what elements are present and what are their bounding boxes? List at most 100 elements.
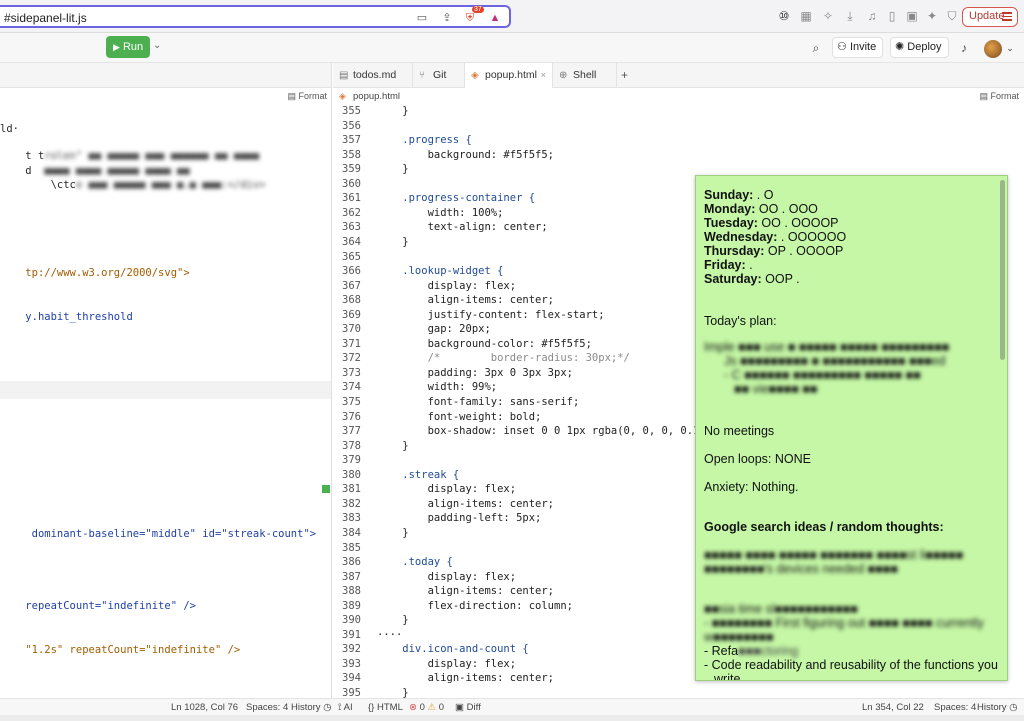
tab-popup-html[interactable]: ◈ popup.html × bbox=[465, 63, 553, 89]
run-button[interactable]: ▶ Run bbox=[106, 36, 150, 58]
extension-10-icon[interactable]: ⑩ bbox=[776, 8, 792, 24]
breadcrumb-file[interactable]: popup.html bbox=[353, 91, 400, 102]
code-line: y.habit_threshold bbox=[25, 311, 133, 323]
play-icon: ▶ bbox=[113, 42, 120, 52]
line-number: 375 bbox=[342, 396, 361, 408]
redacted-text: - C ■■■■■■ ■■■■■■■■■ ■■■■■ ■■ bbox=[724, 368, 921, 382]
wallet-icon[interactable]: ▣ bbox=[904, 8, 920, 24]
avatar[interactable] bbox=[984, 40, 1002, 58]
code-line: .streak { bbox=[377, 468, 460, 481]
music-icon[interactable]: ♫ bbox=[864, 8, 880, 24]
day-row: Friday: . bbox=[704, 258, 753, 272]
redacted-text: ■■ vie■■■■ ■■ bbox=[734, 382, 818, 396]
library-icon[interactable]: ▯ bbox=[884, 8, 900, 24]
html-icon: ◈ bbox=[471, 70, 479, 81]
line-number: 374 bbox=[342, 381, 361, 394]
code-line: ld· bbox=[0, 123, 19, 135]
day-row: Monday: OO . OOO bbox=[704, 202, 818, 216]
line-number: 358 bbox=[342, 148, 361, 161]
history-button-right[interactable]: History ◷ bbox=[977, 702, 1018, 713]
leo-icon[interactable]: ✦ bbox=[924, 8, 940, 24]
code-line: width: 99%; bbox=[377, 381, 498, 394]
deploy-icon: ✺ bbox=[895, 41, 905, 53]
current-line-highlight bbox=[0, 381, 331, 399]
code-line: gap: 20px; bbox=[377, 323, 491, 336]
code-line: font-family: sans-serif; bbox=[377, 396, 580, 408]
ai-button[interactable]: ⟟ AI bbox=[338, 702, 353, 713]
address-bar[interactable]: #sidepanel-lit.js ▭ ⇪ ⛨ 37 ▲ bbox=[0, 5, 511, 28]
errors-indicator[interactable]: ⊗ 0 ⚠ 0 bbox=[409, 702, 444, 713]
code-line: align-items: center; bbox=[377, 672, 555, 685]
invite-label: Invite bbox=[849, 41, 877, 53]
left-tab-bar bbox=[0, 63, 331, 88]
diff-button[interactable]: ▣ Diff bbox=[455, 702, 481, 713]
code-line: } bbox=[377, 687, 409, 698]
code-line: display: flex; bbox=[377, 570, 517, 583]
code-line: \ctce ■■■ ■■■■■ ■■■ ■.■ ■■■:</div> bbox=[25, 179, 266, 191]
code-line: box-shadow: inset 0 0 1px rgba(0, 0, 0, … bbox=[377, 425, 713, 438]
add-tab-button[interactable]: + bbox=[621, 68, 628, 82]
chevron-down-icon[interactable]: ⌄ bbox=[153, 40, 161, 51]
update-button[interactable]: Update bbox=[962, 7, 1018, 27]
ai-icon: ⟟ bbox=[338, 702, 342, 713]
screen-cast-icon[interactable]: ▭ bbox=[415, 11, 429, 25]
line-number: 393 bbox=[342, 657, 361, 670]
tab-git[interactable]: ⑂ Git bbox=[413, 63, 465, 88]
code-line: display: flex; bbox=[377, 279, 517, 292]
search-icon[interactable]: ⌕ bbox=[809, 41, 823, 55]
spaces-setting-right[interactable]: Spaces: 4 bbox=[934, 702, 976, 713]
code-line: padding: 3px 0 3px 3px; bbox=[377, 366, 573, 379]
tab-label: todos.md bbox=[353, 69, 397, 81]
brave-rewards-icon[interactable]: ▲ bbox=[488, 11, 502, 25]
code-line: dominant-baseline="middle" id="streak-co… bbox=[25, 528, 317, 540]
run-label: Run bbox=[122, 41, 144, 53]
code-line: } bbox=[377, 105, 409, 117]
sticky-note-popup[interactable]: Sunday: . O Monday: OO . OOO Tuesday: OO… bbox=[695, 175, 1008, 681]
close-icon[interactable]: × bbox=[541, 63, 546, 88]
redacted-text: w■■■■■■■■ bbox=[704, 630, 774, 644]
line-number: 369 bbox=[342, 308, 361, 321]
day-row: Tuesday: OO . OOOOP bbox=[704, 216, 839, 230]
braces-icon: {} bbox=[368, 702, 375, 713]
line-number: 371 bbox=[342, 337, 361, 350]
vpn-icon[interactable]: ⛉ bbox=[944, 8, 960, 24]
deploy-button[interactable]: ✺ Deploy bbox=[890, 37, 949, 58]
line-number: 359 bbox=[342, 163, 361, 176]
tab-shell[interactable]: ⊕ Shell bbox=[553, 63, 617, 88]
scrollbar[interactable] bbox=[1000, 180, 1005, 360]
format-button[interactable]: ▤ Format bbox=[979, 91, 1019, 102]
day-row: Sunday: . O bbox=[704, 188, 774, 202]
line-number: 360 bbox=[342, 177, 361, 190]
code-line: tp://www.w3.org/2000/svg"> bbox=[25, 267, 190, 279]
share-icon[interactable]: ⇪ bbox=[440, 11, 454, 25]
line-number: 357 bbox=[342, 134, 361, 147]
spaces-setting-left[interactable]: Spaces: 4 bbox=[246, 702, 288, 713]
line-number: 362 bbox=[342, 206, 361, 219]
puzzle-icon[interactable]: ✧ bbox=[820, 8, 836, 24]
chevron-down-icon[interactable]: ⌄ bbox=[1003, 41, 1017, 55]
format-icon: ▤ bbox=[287, 91, 296, 101]
brave-shield-icon[interactable]: ⛨ bbox=[463, 11, 477, 25]
code-line: text-align: center; bbox=[377, 221, 548, 234]
redacted-text: Imple ■■■ use ■ ■■■■■ ■■■■■ ■■■■■■■■■ bbox=[704, 340, 950, 354]
code-line: background-color: #f5f5f5; bbox=[377, 337, 592, 350]
download-icon[interactable]: ⤓ bbox=[842, 8, 858, 24]
cursor-position-right[interactable]: Ln 354, Col 22 bbox=[862, 702, 924, 713]
tab-todos[interactable]: ▤ todos.md bbox=[333, 63, 413, 88]
line-number: 368 bbox=[342, 294, 361, 307]
cursor-position-left[interactable]: Ln 1028, Col 76 bbox=[171, 702, 238, 713]
format-button[interactable]: ▤ Format bbox=[287, 91, 327, 102]
file-icon: ▤ bbox=[339, 70, 349, 81]
code-line: } bbox=[377, 235, 409, 248]
tab-label: Shell bbox=[573, 69, 597, 81]
extension-grid-icon[interactable]: ▦ bbox=[798, 8, 814, 24]
workspace-header: ▶ Run ⌄ ⌕ ⚇ Invite ✺ Deploy ♪ ⌄ bbox=[0, 33, 1024, 63]
note-bullet: - Code readability and reusability of th… bbox=[704, 658, 998, 672]
history-button-left[interactable]: History ◷ bbox=[291, 702, 332, 713]
bell-icon[interactable]: ♪ bbox=[957, 41, 971, 55]
line-number: 377 bbox=[342, 425, 361, 438]
language-selector[interactable]: {} HTML bbox=[368, 702, 403, 713]
invite-button[interactable]: ⚇ Invite bbox=[832, 37, 884, 58]
code-line: "1.2s" repeatCount="indefinite" /> bbox=[25, 644, 241, 656]
tab-label: popup.html bbox=[485, 69, 537, 81]
